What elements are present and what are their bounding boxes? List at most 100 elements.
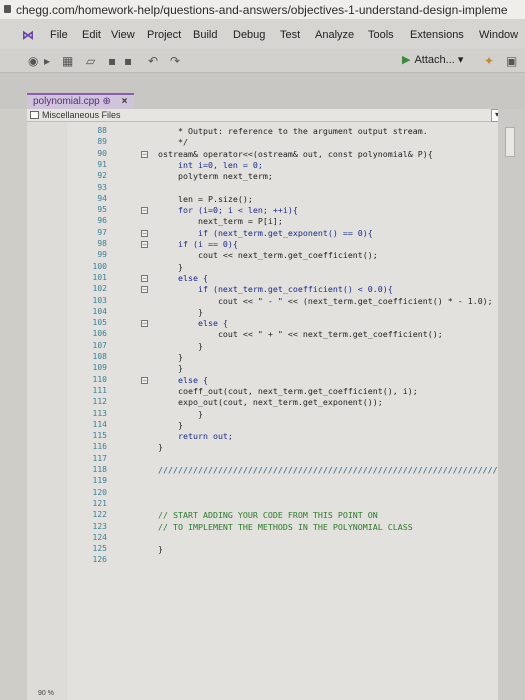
menu-analyze[interactable]: Analyze <box>315 29 354 41</box>
line-number: 100 <box>92 261 107 271</box>
code-line[interactable]: 115 return out; <box>83 431 525 442</box>
save-all-icon[interactable]: ▪ <box>124 54 132 68</box>
fold-toggle-icon[interactable]: − <box>141 376 148 384</box>
menu-debug[interactable]: Debug <box>233 29 265 41</box>
fold-toggle-icon[interactable]: − <box>141 207 148 215</box>
code-line[interactable]: 94 len = P.size(); <box>83 194 525 205</box>
fold-toggle-icon[interactable]: − <box>141 241 148 248</box>
attach-button[interactable]: ▶ Attach... ▾ <box>402 53 463 66</box>
fold-toggle-icon[interactable]: − <box>141 229 148 237</box>
code-text: next_term = P[i]; <box>158 216 283 227</box>
code-line[interactable]: 104 } <box>83 307 525 318</box>
code-line[interactable]: 114 } <box>83 420 525 431</box>
menu-test[interactable]: Test <box>280 29 300 41</box>
code-line[interactable]: 100 } <box>83 262 525 273</box>
code-line[interactable]: 111 coeff_out(cout, next_term.get_coeffi… <box>83 386 525 397</box>
forward-icon[interactable]: ▸ <box>44 54 50 68</box>
line-number: 115 <box>92 431 107 441</box>
menu-extensions[interactable]: Extensions <box>410 29 464 41</box>
fold-toggle-icon[interactable]: − <box>141 150 148 158</box>
play-icon: ▶ <box>402 54 411 66</box>
zoom-level[interactable]: 90 % <box>38 690 54 697</box>
code-line[interactable]: 105 − else { <box>83 318 525 329</box>
fold-toggle-icon[interactable]: − <box>141 320 148 328</box>
line-number: 108 <box>92 352 107 361</box>
navigation-bar: Miscellaneous Files ▾ <box>27 109 525 122</box>
code-line[interactable]: 101 − else { <box>83 273 525 284</box>
menu-window[interactable]: Window <box>479 29 518 41</box>
menu-project[interactable]: Project <box>147 29 181 41</box>
code-line[interactable]: 89 */ <box>83 137 525 148</box>
line-number: 116 <box>92 442 107 452</box>
scrollbar-thumb[interactable] <box>505 127 515 157</box>
menu-file[interactable]: File <box>50 29 68 41</box>
line-number: 114 <box>92 419 107 429</box>
code-line[interactable]: 121 <box>83 499 525 510</box>
code-editor[interactable]: 88 * Output: reference to the argument o… <box>27 122 513 700</box>
code-line[interactable]: 88 * Output: reference to the argument o… <box>83 126 525 137</box>
code-line[interactable]: 108 } <box>83 352 525 363</box>
code-line[interactable]: 120 <box>83 488 525 499</box>
code-area[interactable]: 88 * Output: reference to the argument o… <box>83 122 513 700</box>
code-text: if (next_term.get_exponent() == 0){ <box>158 227 373 238</box>
code-line[interactable]: 117 <box>83 454 525 465</box>
line-number: 101 <box>92 272 107 282</box>
back-icon[interactable]: ◉ <box>28 54 38 68</box>
code-line[interactable]: 118 /////////////////////////////////////… <box>83 465 525 476</box>
line-number: 91 <box>97 159 107 169</box>
code-line[interactable]: 102 − if (next_term.get_coefficient() < 0… <box>83 284 525 295</box>
code-line[interactable]: 106 cout << " + " << next_term.get_coeff… <box>83 329 525 340</box>
pin-icon[interactable]: ⊕ <box>103 96 111 107</box>
code-line[interactable]: 92 polyterm next_term; <box>83 171 525 182</box>
redo-icon[interactable]: ↷ <box>170 54 180 68</box>
code-line[interactable]: 98 − if (i == 0){ <box>83 239 525 250</box>
code-line[interactable]: 125} <box>83 544 525 555</box>
code-line[interactable]: 116} <box>83 442 525 453</box>
code-line[interactable]: 112 expo_out(cout, next_term.get_exponen… <box>83 397 525 408</box>
line-number: 117 <box>92 453 107 463</box>
new-project-icon[interactable]: ▦ <box>62 54 73 68</box>
line-number: 88 <box>97 126 107 135</box>
code-line[interactable]: 123 // TO IMPLEMENT THE METHODS IN THE PO… <box>83 522 525 533</box>
code-line[interactable]: 96 next_term = P[i]; <box>83 216 525 227</box>
code-text: } <box>158 442 163 453</box>
menu-view[interactable]: View <box>111 29 135 41</box>
toolbar: ◉ ▸ ▦ ▱ ▪ ▪ ↶ ↷ ▶ Attach... ▾ ✦ ▣ <box>0 49 525 73</box>
fold-toggle-icon[interactable]: − <box>141 274 148 282</box>
code-line[interactable]: 91 int i=0, len = 0; <box>83 160 525 171</box>
code-line[interactable]: 97 − if (next_term.get_exponent() == 0){ <box>83 228 525 239</box>
window-icon[interactable]: ▣ <box>506 54 517 68</box>
code-line[interactable]: 99 cout << next_term.get_coefficient(); <box>83 250 525 261</box>
code-line[interactable]: 93 <box>83 183 525 194</box>
line-number: 89 <box>97 137 107 147</box>
fold-toggle-icon[interactable]: − <box>141 286 148 294</box>
code-line[interactable]: 119 <box>83 476 525 487</box>
code-text: } <box>158 408 203 419</box>
code-line[interactable]: 95 − for (i=0; i < len; ++i){ <box>83 205 525 216</box>
code-line[interactable]: 109 } <box>83 363 525 374</box>
save-icon[interactable]: ▪ <box>108 54 116 68</box>
line-number: 94 <box>97 193 107 203</box>
code-line[interactable]: 122 // START ADDING YOUR CODE FROM THIS P… <box>83 510 525 521</box>
menu-build[interactable]: Build <box>193 29 217 41</box>
vertical-scrollbar[interactable] <box>498 109 525 700</box>
scope-label[interactable]: Miscellaneous Files <box>42 110 121 120</box>
code-line[interactable]: 126 <box>83 555 525 566</box>
code-line[interactable]: 124 <box>83 533 525 544</box>
code-line[interactable]: 113 } <box>83 409 525 420</box>
close-icon[interactable]: × <box>122 96 128 107</box>
code-line[interactable]: 107 } <box>83 341 525 352</box>
extension-icon[interactable]: ✦ <box>484 54 494 68</box>
menu-edit[interactable]: Edit <box>82 29 101 41</box>
browser-url-bar[interactable]: chegg.com/homework-help/questions-and-an… <box>0 0 525 19</box>
open-file-icon[interactable]: ▱ <box>86 54 95 68</box>
line-number: 119 <box>92 476 107 486</box>
line-number: 95 <box>97 205 107 215</box>
code-line[interactable]: 90 − ostream& operator<<(ostream& out, con… <box>83 149 525 160</box>
line-number: 120 <box>92 487 107 497</box>
tab-polynomial-cpp[interactable]: polynomial.cpp ⊕ × <box>27 93 134 109</box>
code-line[interactable]: 103 cout << " - " << (next_term.get_coef… <box>83 296 525 307</box>
undo-icon[interactable]: ↶ <box>148 54 158 68</box>
code-line[interactable]: 110 − else { <box>83 375 525 386</box>
menu-tools[interactable]: Tools <box>368 29 394 41</box>
